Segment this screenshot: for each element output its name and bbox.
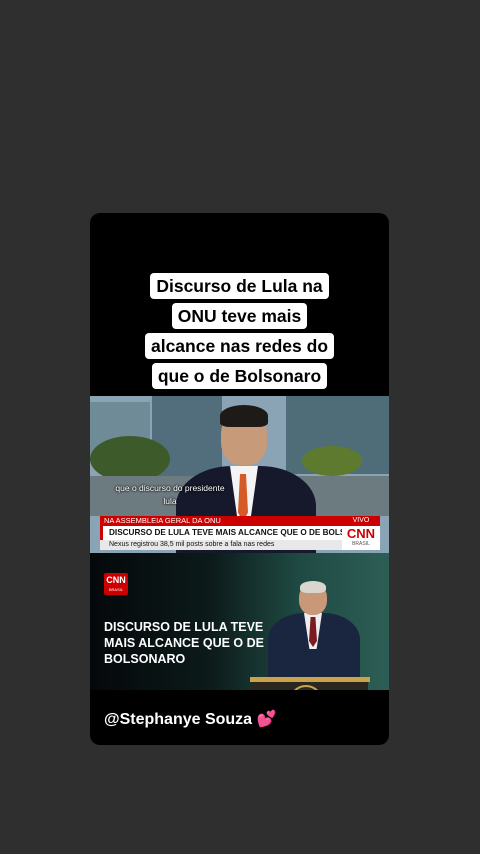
heart-icon: 💕 xyxy=(256,711,277,728)
live-badge: VIVO xyxy=(342,516,380,526)
video-card[interactable]: Discurso de Lula na ONU teve mais alcanc… xyxy=(90,213,389,745)
cnn-logo: CNN BRASIL xyxy=(104,573,128,595)
news-subline: Nexus registrou 38,5 mil posts sobre a f… xyxy=(100,540,342,550)
news-headline: DISCURSO DE LULA TEVE MAIS ALCANCE QUE O… xyxy=(100,526,342,540)
video-subtitle: que o discurso do presidente lula xyxy=(115,483,225,506)
clip-headline: DISCURSO DE LULA TEVE MAIS ALCANCE QUE O… xyxy=(104,620,264,666)
cnn-logo: CNN BRASIL xyxy=(342,526,380,550)
news-clip-frame: que o discurso do presidente lula NA ASS… xyxy=(90,396,389,553)
post-title: Discurso de Lula na ONU teve mais alcanc… xyxy=(142,271,337,391)
author-handle: @Stephanye Souza 💕 xyxy=(104,711,277,728)
second-clip-frame: CNN BRASIL DISCURSO DE LULA TEVE MAIS AL… xyxy=(90,553,389,690)
news-strip-label: NA ASSEMBLEIA GERAL DA ONU xyxy=(100,516,342,526)
